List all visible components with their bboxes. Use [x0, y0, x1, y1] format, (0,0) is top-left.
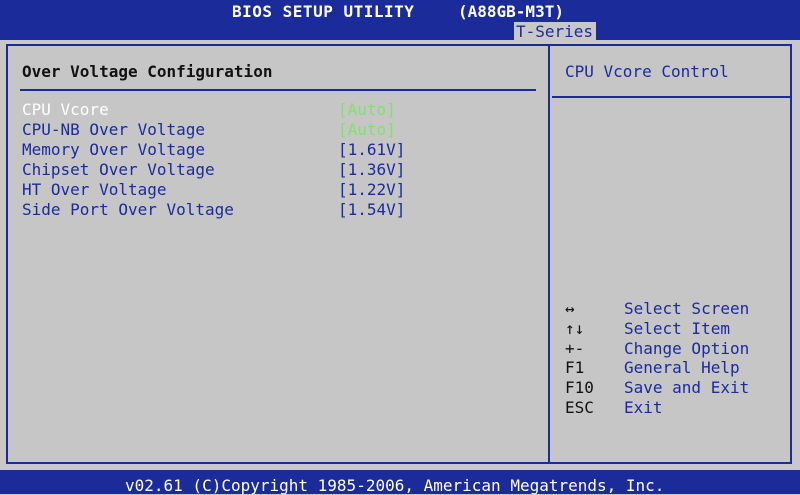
help-divider [552, 96, 790, 98]
key-arrows-up-down-icon: ↑↓ [565, 319, 585, 338]
key-desc-select-screen: Select Screen [624, 299, 750, 318]
menu-item-ht-over-voltage[interactable]: HT Over Voltage [22, 180, 167, 199]
menu-item-memory-over-voltage[interactable]: Memory Over Voltage [22, 140, 205, 159]
tab-t-series[interactable]: T-Series [514, 22, 596, 41]
key-f1: F1 [565, 358, 585, 377]
section-underline [20, 89, 536, 91]
board-model: (A88GB-M3T) [458, 2, 564, 21]
menu-item-cpu-nb-over-voltage[interactable]: CPU-NB Over Voltage [22, 120, 205, 139]
copyright-text: v02.61 (C)Copyright 1985-2006, American … [125, 476, 665, 495]
key-plus-minus: +- [565, 339, 585, 358]
menu-item-side-port-over-voltage[interactable]: Side Port Over Voltage [22, 200, 234, 219]
value-chipset-over-voltage[interactable]: [1.36V] [338, 160, 405, 179]
value-memory-over-voltage[interactable]: [1.61V] [338, 140, 405, 159]
main-frame [6, 44, 792, 464]
key-desc-exit: Exit [624, 398, 663, 417]
help-title: CPU Vcore Control [565, 62, 729, 81]
value-cpu-vcore[interactable]: [Auto] [338, 100, 396, 119]
bios-title: BIOS SETUP UTILITY [232, 2, 415, 21]
title-bar: BIOS SETUP UTILITY (A88GB-M3T) [0, 0, 800, 22]
value-ht-over-voltage[interactable]: [1.22V] [338, 180, 405, 199]
key-desc-save-and-exit: Save and Exit [624, 378, 750, 397]
menu-item-cpu-vcore[interactable]: CPU Vcore [22, 100, 109, 119]
panel-divider [548, 44, 550, 464]
value-side-port-over-voltage[interactable]: [1.54V] [338, 200, 405, 219]
key-desc-change-option: Change Option [624, 339, 750, 358]
section-title: Over Voltage Configuration [22, 62, 273, 81]
key-esc: ESC [565, 398, 594, 417]
key-desc-select-item: Select Item [624, 319, 730, 338]
key-arrows-left-right-icon: ↔ [565, 299, 575, 318]
key-f10: F10 [565, 378, 594, 397]
menu-item-chipset-over-voltage[interactable]: Chipset Over Voltage [22, 160, 215, 179]
key-desc-general-help: General Help [624, 358, 740, 377]
footer-bar: v02.61 (C)Copyright 1985-2006, American … [0, 470, 800, 495]
tab-row [0, 20, 800, 40]
value-cpu-nb-over-voltage[interactable]: [Auto] [338, 120, 396, 139]
